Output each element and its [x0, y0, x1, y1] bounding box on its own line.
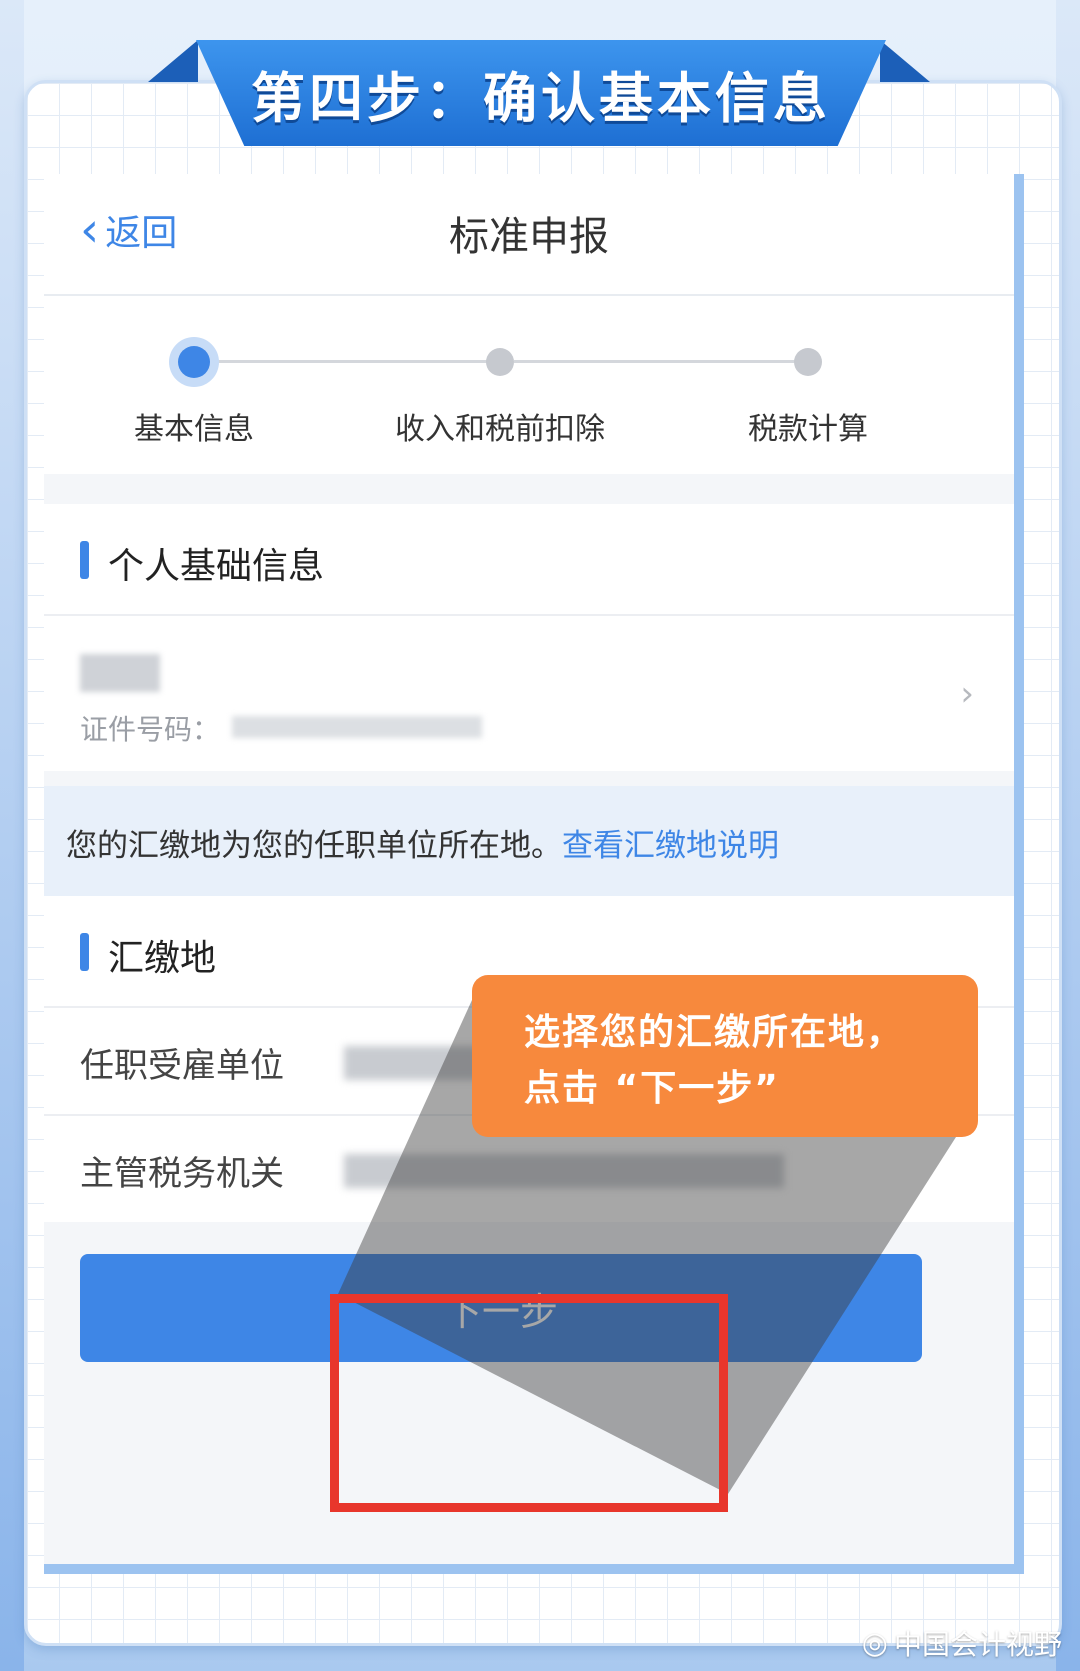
- personal-section-title: 个人基础信息: [108, 546, 325, 587]
- callout-bubble: 选择您的汇缴所在地， 点击 “下一步”: [472, 975, 978, 1137]
- chevron-right-icon: ›: [960, 674, 974, 714]
- location-notice: 您的汇缴地为您的任职单位所在地。查看汇缴地说明: [44, 786, 1014, 896]
- step-label-basic: 基本信息: [134, 412, 254, 447]
- employer-label: 任职受雇单位: [80, 1046, 284, 1086]
- banner-wing-right: [880, 40, 930, 82]
- notice-link[interactable]: 查看汇缴地说明: [562, 828, 779, 864]
- callout-line-1: 选择您的汇缴所在地，: [524, 1012, 905, 1053]
- tax-authority-label: 主管税务机关: [80, 1154, 284, 1194]
- background-stripe-left: [0, 0, 24, 1671]
- nav-bar: ‹ 返回 标准申报: [44, 174, 1014, 296]
- section-accent-bar: [80, 541, 89, 579]
- id-number-label: 证件号码：: [80, 713, 221, 746]
- personal-section-header: 个人基础信息: [44, 504, 1014, 616]
- location-section-title: 汇缴地: [108, 938, 217, 979]
- banner-wing-left: [148, 40, 198, 82]
- step-dot: [486, 348, 514, 376]
- step-connector: [210, 360, 500, 363]
- section-accent-bar: [80, 933, 89, 971]
- watermark-text: 中国会计视野: [893, 1628, 1062, 1661]
- blurred-name: [80, 654, 160, 692]
- blurred-id-number: [232, 716, 482, 738]
- banner-title: 第四步：确认基本信息: [251, 66, 831, 130]
- notice-text: 您的汇缴地为您的任职单位所在地。: [66, 828, 562, 864]
- weibo-icon: ◎: [861, 1625, 888, 1661]
- step-connector: [514, 360, 806, 363]
- blurred-tax-authority-value: [344, 1154, 784, 1188]
- step-banner: 第四步：确认基本信息: [196, 40, 886, 146]
- progress-steps: 基本信息 收入和税前扣除 税款计算: [44, 296, 1014, 474]
- callout-line-2: 点击 “下一步”: [524, 1068, 780, 1109]
- step-label-income: 收入和税前扣除: [395, 412, 605, 447]
- step-label-tax: 税款计算: [748, 412, 868, 447]
- step-dot-active: [178, 346, 210, 378]
- highlight-box: [330, 1294, 728, 1512]
- page-title: 标准申报: [449, 214, 609, 260]
- step-dot: [794, 348, 822, 376]
- person-info-row[interactable]: 证件号码： ›: [44, 616, 1014, 771]
- watermark: ◎ 中国会计视野: [862, 1623, 1062, 1663]
